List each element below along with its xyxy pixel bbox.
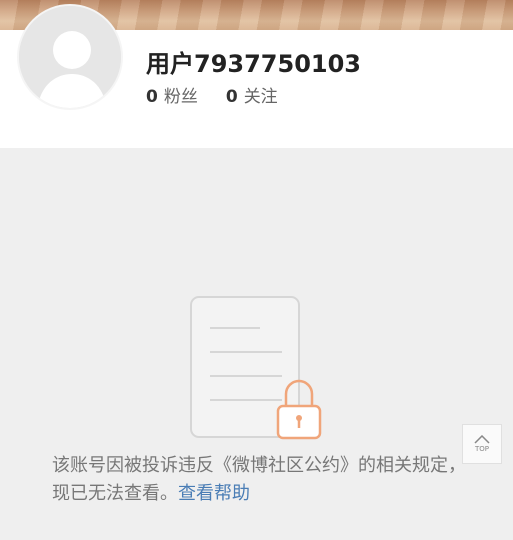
profile-stats: 0 粉丝 0 关注 [146,82,278,107]
followers-label: 粉丝 [163,87,198,107]
back-to-top-label: TOP [474,445,489,453]
followers-count: 0 [146,87,158,107]
blocked-content-area: 该账号因被投诉违反《微博社区公约》的相关规定，现已无法查看。查看帮助 [0,148,513,540]
username: 用户7937750103 [146,50,361,78]
following-count: 0 [225,87,238,107]
default-avatar-icon [19,6,121,108]
following-stat[interactable]: 0 关注 [226,82,278,107]
help-link[interactable]: 查看帮助 [178,483,250,504]
profile-card: 用户7937750103 0 粉丝 0 关注 [0,4,513,148]
blocked-notice: 该账号因被投诉违反《微博社区公约》的相关规定，现已无法查看。查看帮助 [52,452,472,508]
locked-document-icon [190,296,322,440]
chevron-up-icon [474,435,490,444]
back-to-top-button[interactable]: TOP [462,424,502,464]
following-label: 关注 [243,87,278,107]
blocked-notice-text: 该账号因被投诉违反《微博社区公约》的相关规定，现已无法查看。 [52,455,466,504]
avatar[interactable] [17,4,123,110]
followers-stat[interactable]: 0 粉丝 [146,82,198,107]
